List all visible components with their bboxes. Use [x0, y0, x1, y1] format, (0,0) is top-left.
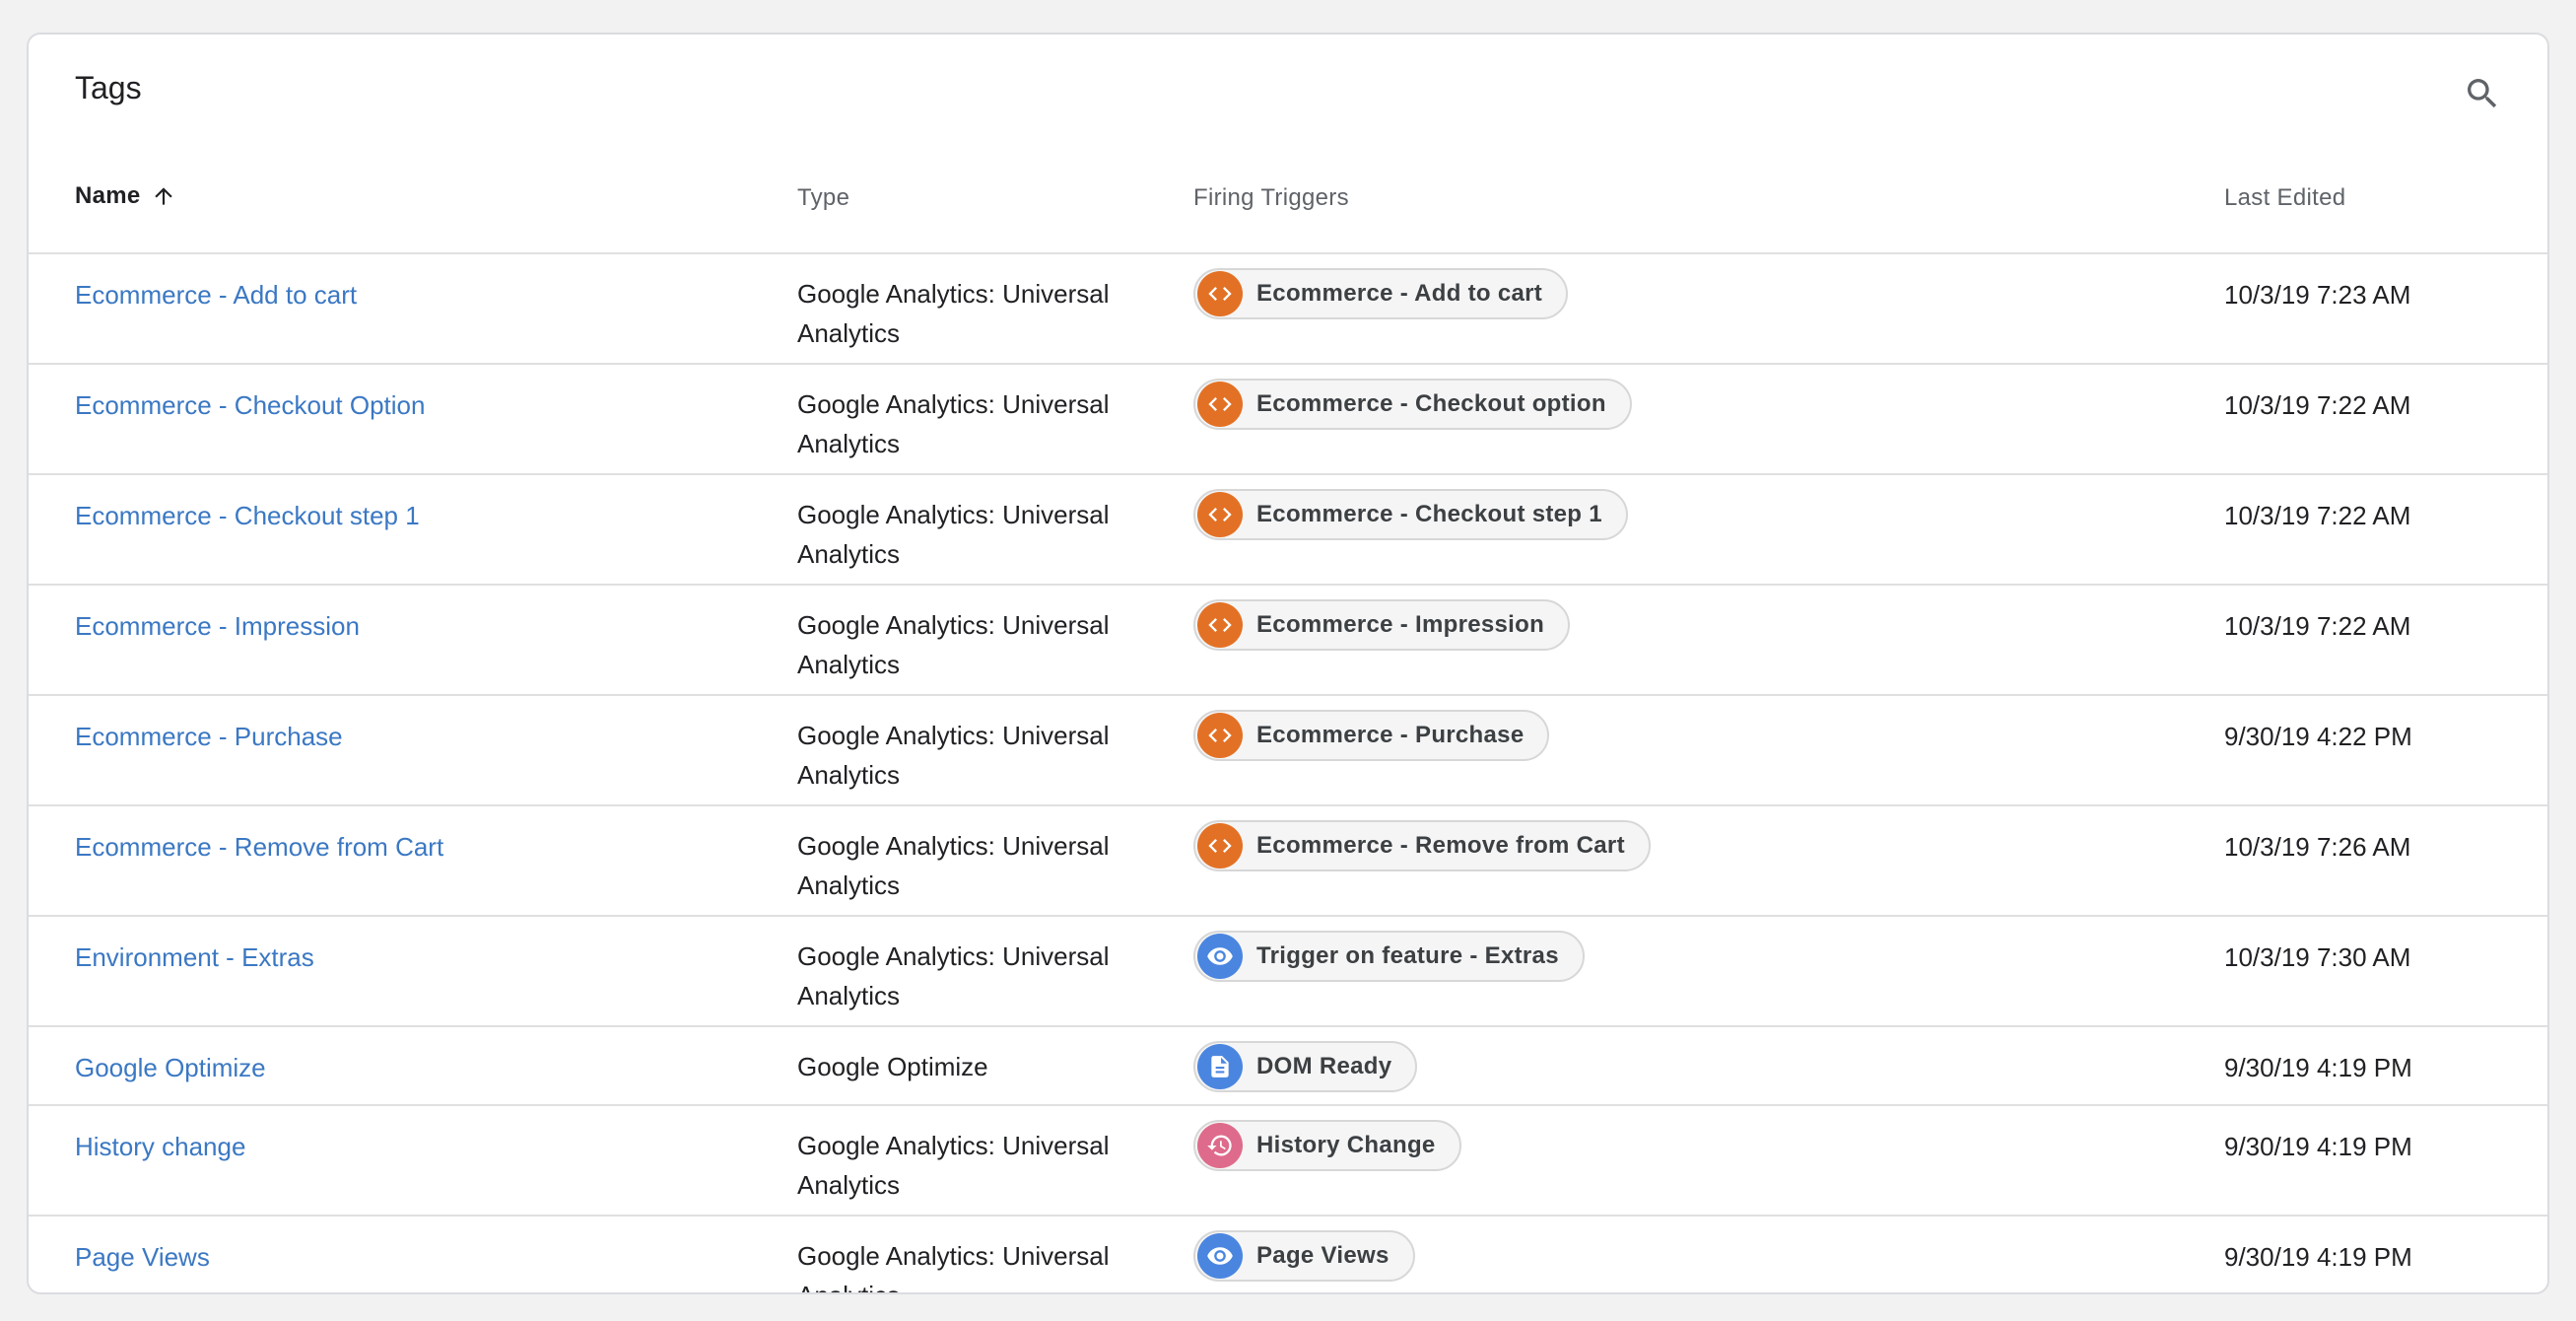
trigger-chip-label: History Change — [1256, 1132, 1436, 1158]
table-row[interactable]: Environment - Extras Google Analytics: Un… — [29, 917, 2547, 1027]
tag-name-link[interactable]: Ecommerce - Purchase — [75, 722, 343, 752]
code-icon — [1197, 713, 1243, 758]
tag-type: Google Optimize — [797, 1052, 988, 1081]
last-edited: 10/3/19 7:23 AM — [2224, 280, 2411, 310]
trigger-chip[interactable]: DOM Ready — [1193, 1041, 1418, 1092]
tag-type: Google Analytics: Universal Analytics — [797, 500, 1110, 569]
trigger-chip-label: Page Views — [1256, 1242, 1390, 1269]
last-edited: 10/3/19 7:30 AM — [2224, 942, 2411, 972]
table-row[interactable]: Ecommerce - Impression Google Analytics: … — [29, 586, 2547, 696]
column-header-name-label: Name — [75, 182, 141, 209]
code-icon — [1197, 271, 1243, 316]
eye-icon — [1197, 934, 1243, 979]
trigger-chip-label: Ecommerce - Checkout option — [1256, 390, 1606, 417]
last-edited: 10/3/19 7:22 AM — [2224, 390, 2411, 420]
tag-type: Google Analytics: Universal Analytics — [797, 721, 1110, 790]
trigger-chip-label: Ecommerce - Impression — [1256, 611, 1545, 638]
last-edited: 10/3/19 7:22 AM — [2224, 611, 2411, 641]
trigger-chip[interactable]: Page Views — [1193, 1230, 1415, 1282]
history-icon — [1197, 1123, 1243, 1168]
table-row[interactable]: Ecommerce - Checkout Option Google Analyt… — [29, 365, 2547, 475]
trigger-chip-label: Ecommerce - Checkout step 1 — [1256, 501, 1602, 527]
tag-type: Google Analytics: Universal Analytics — [797, 941, 1110, 1010]
column-header-triggers[interactable]: Firing Triggers — [1193, 184, 1349, 212]
card-header: Tags — [29, 35, 2547, 147]
table-row[interactable]: Page Views Google Analytics: Universal An… — [29, 1217, 2547, 1292]
code-icon — [1197, 382, 1243, 427]
trigger-chip[interactable]: Trigger on feature - Extras — [1193, 931, 1585, 982]
card-title: Tags — [75, 70, 142, 105]
document-icon — [1197, 1044, 1243, 1089]
tag-name-link[interactable]: Ecommerce - Impression — [75, 611, 360, 642]
table-header: Name Type Firing Triggers Last Edited — [29, 147, 2547, 254]
table-body: Ecommerce - Add to cart Google Analytics:… — [29, 254, 2547, 1292]
trigger-chip-label: Ecommerce - Remove from Cart — [1256, 832, 1625, 859]
code-icon — [1197, 602, 1243, 648]
tag-type: Google Analytics: Universal Analytics — [797, 389, 1110, 458]
column-header-type[interactable]: Type — [797, 184, 849, 212]
tag-type: Google Analytics: Universal Analytics — [797, 831, 1110, 900]
trigger-chip-label: DOM Ready — [1256, 1053, 1392, 1079]
tag-name-link[interactable]: Ecommerce - Checkout step 1 — [75, 501, 420, 531]
trigger-chip[interactable]: Ecommerce - Checkout step 1 — [1193, 489, 1628, 540]
last-edited: 9/30/19 4:19 PM — [2224, 1242, 2412, 1272]
tag-type: Google Analytics: Universal Analytics — [797, 1241, 1110, 1292]
search-icon — [2468, 79, 2497, 108]
trigger-chip[interactable]: Ecommerce - Add to cart — [1193, 268, 1569, 319]
code-icon — [1197, 492, 1243, 537]
table-row[interactable]: Ecommerce - Add to cart Google Analytics:… — [29, 254, 2547, 365]
last-edited: 9/30/19 4:19 PM — [2224, 1132, 2412, 1161]
trigger-chip[interactable]: Ecommerce - Impression — [1193, 599, 1571, 651]
last-edited: 9/30/19 4:19 PM — [2224, 1053, 2412, 1082]
column-header-last-edited[interactable]: Last Edited — [2224, 184, 2345, 212]
trigger-chip-label: Ecommerce - Purchase — [1256, 722, 1525, 748]
tag-name-link[interactable]: Environment - Extras — [75, 942, 314, 973]
trigger-chip[interactable]: History Change — [1193, 1120, 1461, 1171]
tag-name-link[interactable]: Ecommerce - Checkout Option — [75, 390, 425, 421]
tag-type: Google Analytics: Universal Analytics — [797, 610, 1110, 679]
tag-type: Google Analytics: Universal Analytics — [797, 1131, 1110, 1200]
trigger-chip-label: Ecommerce - Add to cart — [1256, 280, 1543, 307]
column-header-name[interactable]: Name — [75, 182, 176, 210]
table-row[interactable]: History change Google Analytics: Universa… — [29, 1106, 2547, 1217]
eye-icon — [1197, 1233, 1243, 1279]
trigger-chip[interactable]: Ecommerce - Checkout option — [1193, 379, 1632, 430]
last-edited: 10/3/19 7:22 AM — [2224, 501, 2411, 530]
table-row[interactable]: Ecommerce - Checkout step 1 Google Analyt… — [29, 475, 2547, 586]
table-row[interactable]: Ecommerce - Purchase Google Analytics: Un… — [29, 696, 2547, 806]
tag-name-link[interactable]: Google Optimize — [75, 1053, 266, 1083]
table-row[interactable]: Google Optimize Google Optimize DOM Ready 9… — [29, 1027, 2547, 1106]
tag-name-link[interactable]: Page Views — [75, 1242, 210, 1273]
last-edited: 9/30/19 4:22 PM — [2224, 722, 2412, 751]
trigger-chip-label: Trigger on feature - Extras — [1256, 942, 1559, 969]
table-row[interactable]: Ecommerce - Remove from Cart Google Analy… — [29, 806, 2547, 917]
last-edited: 10/3/19 7:26 AM — [2224, 832, 2411, 862]
arrow-up-icon — [151, 183, 176, 209]
trigger-chip[interactable]: Ecommerce - Remove from Cart — [1193, 820, 1651, 871]
tag-name-link[interactable]: History change — [75, 1132, 245, 1162]
tag-name-link[interactable]: Ecommerce - Remove from Cart — [75, 832, 443, 863]
tag-name-link[interactable]: Ecommerce - Add to cart — [75, 280, 357, 311]
search-button[interactable] — [2457, 68, 2508, 119]
code-icon — [1197, 823, 1243, 869]
tag-type: Google Analytics: Universal Analytics — [797, 279, 1110, 348]
tags-card: Tags Name Type Firing Triggers Last Edit… — [27, 33, 2549, 1294]
trigger-chip[interactable]: Ecommerce - Purchase — [1193, 710, 1550, 761]
